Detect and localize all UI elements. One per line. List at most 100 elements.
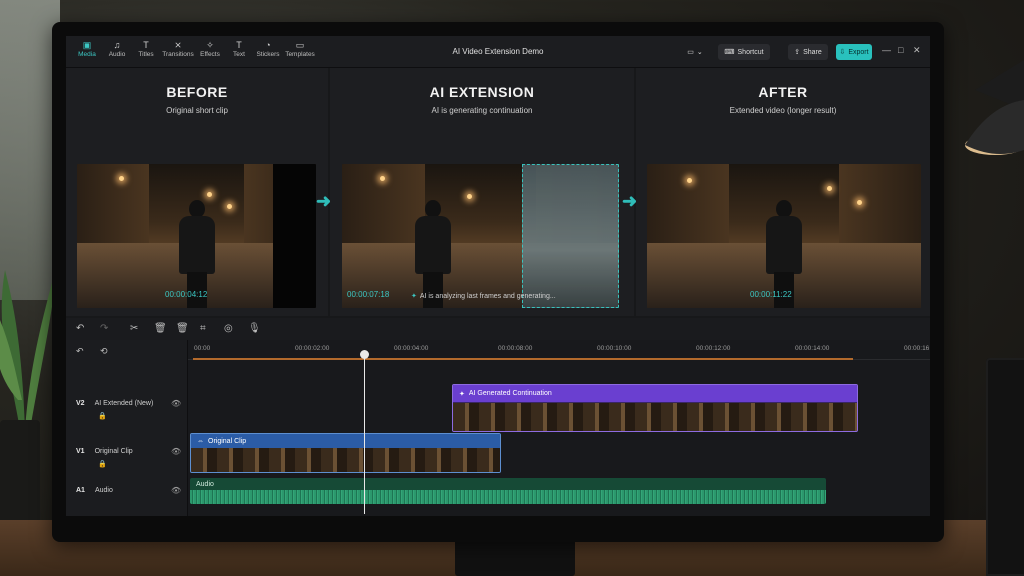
clip-thumbnails: [191, 448, 500, 472]
edit-toolbar: ↶ ↷ ✂ 🗑 🗑 ⌗ ◎ 🎙: [66, 318, 930, 340]
monitor-stand: [455, 538, 575, 576]
undo-icon[interactable]: ↶: [76, 346, 84, 357]
before-subtitle: Original short clip: [166, 106, 228, 115]
track-headers: ↶ ⟲ V2 AI Extended (New) 🔒 👁 V1 Original C…: [66, 340, 188, 516]
monitor-icon: ▭: [687, 49, 694, 56]
display-dropdown[interactable]: ▭ ⌄: [686, 44, 704, 60]
street-scene: [77, 164, 316, 308]
track-id: A1: [76, 487, 85, 494]
clip-header: ⇔ Original Clip: [191, 434, 500, 448]
ai-status: ✦ AI is analyzing last frames and generat…: [411, 292, 556, 300]
track-id: V1: [76, 448, 85, 455]
track-name: Original Clip: [94, 448, 133, 455]
microphone-icon[interactable]: 🎙: [248, 323, 261, 334]
lock-icon[interactable]: 🔒: [98, 460, 107, 468]
keyboard-icon: ⌨: [724, 49, 735, 56]
track-id: V2: [76, 400, 85, 407]
eye-icon[interactable]: 👁: [171, 486, 181, 495]
share-label: Share: [803, 48, 822, 56]
video-editor-window: ▣ Media ♫ Audio T Titles ⨯ Transitions ✧…: [66, 36, 930, 516]
timeline-ruler[interactable]: 00:00 00:00:02:00 00:00:04:00 00:00:08:0…: [188, 340, 930, 360]
audio-clip[interactable]: Audio: [190, 478, 826, 504]
ruler-tick: 00:00:10:00: [597, 345, 632, 352]
link-icon[interactable]: ⟲: [100, 346, 108, 357]
clip-thumbnails: [453, 403, 857, 431]
ai-extension-subtitle: AI is generating continuation: [431, 106, 533, 115]
ruler-tick: 00:00: [194, 345, 211, 352]
playhead[interactable]: [364, 352, 365, 514]
arrow-right-icon: ➜: [622, 191, 638, 211]
chevron-down-icon: ⌄: [696, 49, 703, 56]
maximize-icon[interactable]: □: [898, 45, 903, 55]
before-video-preview[interactable]: [77, 164, 316, 308]
share-button[interactable]: ⇪ Share: [788, 44, 828, 60]
export-label: Export: [848, 48, 869, 56]
redo-icon[interactable]: ↷: [100, 323, 108, 334]
speed-icon[interactable]: ◎: [224, 323, 233, 334]
street-scene: [342, 164, 619, 308]
ruler-tick: 00:00:02:00: [295, 345, 330, 352]
ruler-tick: 00:00:04:00: [394, 345, 429, 352]
eye-icon[interactable]: 👁: [171, 447, 181, 456]
link-icon: ⇔: [197, 437, 204, 445]
share-icon: ⇪: [794, 49, 801, 56]
ai-continuation-clip[interactable]: ✦ AI Generated Continuation: [452, 384, 858, 432]
track-v2-header: V2 AI Extended (New): [76, 400, 153, 407]
work-area-bar: [193, 358, 853, 360]
clip-header: Audio: [190, 478, 826, 490]
clip-header: ✦ AI Generated Continuation: [453, 385, 857, 402]
ai-extension-timecode: 00:00:07:18: [347, 290, 390, 299]
original-clip[interactable]: ⇔ Original Clip: [190, 433, 501, 473]
track-a1-header: A1 Audio: [76, 487, 113, 494]
after-timecode: 00:00:11:22: [750, 290, 792, 299]
shortcut-label: Shortcut: [737, 48, 764, 56]
arrow-right-icon: ➜: [316, 191, 332, 211]
speaker: [986, 358, 1024, 576]
audio-waveform: [190, 490, 826, 504]
empty-frames: [272, 164, 316, 308]
lock-icon[interactable]: 🔒: [98, 412, 107, 420]
close-icon[interactable]: ✕: [913, 45, 921, 56]
before-panel: BEFORE Original short clip 00:00:04:12: [66, 68, 328, 316]
eye-icon[interactable]: 👁: [171, 399, 181, 408]
plant-pot: [0, 420, 40, 530]
playhead-handle[interactable]: [360, 350, 369, 359]
trash-icon[interactable]: 🗑: [176, 323, 189, 334]
after-panel: AFTER Extended video (longer result) 00:…: [636, 68, 930, 316]
ruler-tick: 00:00:16: [904, 345, 930, 352]
ai-extension-panel: AI EXTENSION AI is generating continuati…: [330, 68, 634, 316]
ai-status-text: AI is analyzing last frames and generati…: [419, 293, 556, 300]
top-toolbar: ▣ Media ♫ Audio T Titles ⨯ Transitions ✧…: [66, 36, 930, 68]
clip-label: Audio: [196, 480, 214, 488]
delete-icon[interactable]: 🗑: [154, 323, 167, 334]
ruler-tick: 00:00:14:00: [795, 345, 830, 352]
clip-label: Original Clip: [208, 437, 247, 445]
before-heading: BEFORE: [166, 84, 228, 100]
export-icon: ⇩: [839, 49, 846, 56]
plant-decoration: [0, 260, 58, 430]
track-name: Audio: [94, 487, 113, 494]
timeline: ↶ ⟲ V2 AI Extended (New) 🔒 👁 V1 Original C…: [66, 340, 930, 516]
ai-extension-heading: AI EXTENSION: [429, 84, 535, 100]
sparkle-icon: ✦: [411, 293, 417, 300]
split-icon[interactable]: ✂: [130, 323, 138, 334]
street-scene: [647, 164, 921, 308]
undo-icon[interactable]: ↶: [76, 323, 84, 334]
ai-extension-video-preview[interactable]: [342, 164, 619, 308]
track-name: AI Extended (New): [94, 400, 154, 407]
ai-generated-region: [522, 164, 619, 308]
minimize-icon[interactable]: —: [882, 45, 891, 55]
crop-icon[interactable]: ⌗: [200, 323, 206, 334]
before-timecode: 00:00:04:12: [165, 290, 208, 299]
after-subtitle: Extended video (longer result): [729, 106, 837, 115]
export-button[interactable]: ⇩ Export: [836, 44, 872, 60]
desk-lamp: [965, 60, 1024, 155]
ruler-tick: 00:00:12:00: [696, 345, 731, 352]
sparkle-icon: ✦: [459, 390, 465, 398]
ruler-tick: 00:00:08:00: [498, 345, 533, 352]
shortcut-button[interactable]: ⌨ Shortcut: [718, 44, 770, 60]
clip-label: AI Generated Continuation: [468, 390, 552, 397]
track-v1-header: V1 Original Clip: [76, 448, 133, 455]
after-heading: AFTER: [758, 84, 808, 100]
after-video-preview[interactable]: [647, 164, 921, 308]
